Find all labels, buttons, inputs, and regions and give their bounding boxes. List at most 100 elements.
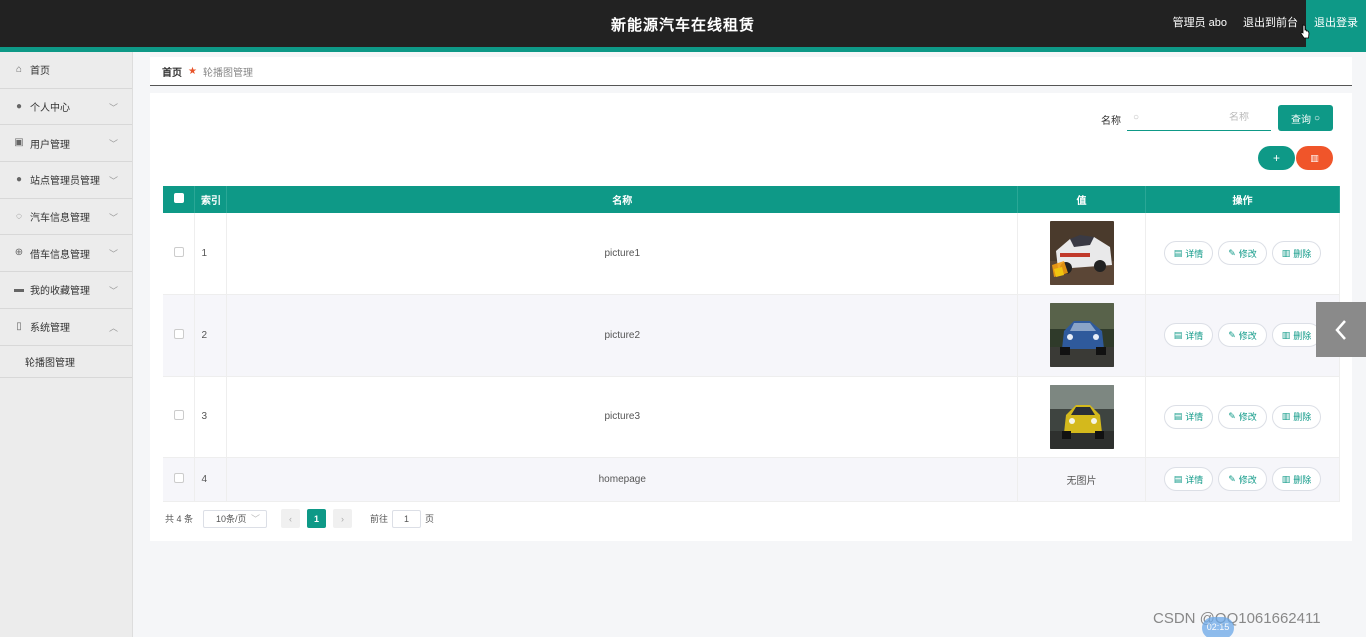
row-checkbox[interactable] [173,472,184,483]
trash-icon: ▥ [1281,473,1291,484]
detail-label: 详情 [1185,412,1204,422]
sidebar-item-label: 我的收藏管理 [30,286,90,298]
carousel-thumbnail-yellow-car[interactable] [1049,384,1114,449]
column-header-name: 名称 [226,186,1019,213]
row-select-cell [163,376,196,458]
next-page-button[interactable]: › [333,509,353,528]
page-number-button[interactable]: 1 [307,509,327,528]
select-all-header[interactable] [163,186,196,213]
chevron-down-icon: ﹀ [108,102,118,113]
row-checkbox[interactable] [173,328,184,339]
row-checkbox[interactable] [173,410,184,420]
row-actions: ▤ 详情 ✎ 修改 ▥ 删除 [1145,213,1340,295]
trash-icon: ▥ [1281,411,1291,421]
row-value [1017,294,1146,377]
location-icon: ● [15,173,23,185]
page-suffix: 页 [425,514,435,524]
row-value [1017,213,1146,295]
table-row: 2 picture2 ▤ 详情 ✎ 修改 ▥ 删除 [163,294,1340,377]
table-row: 4 homepage 无图片 ▤ 详情 ✎ 修改 ▥ 删除 [163,457,1340,502]
column-header-actions: 操作 [1145,186,1340,213]
sidebar-item-favorites-management[interactable]: ▬ 我的收藏管理 ﹀ [0,272,132,309]
row-actions: ▤ 详情 ✎ 修改 ▥ 删除 [1145,376,1340,458]
detail-button[interactable]: ▤ 详情 [1163,241,1214,266]
batch-delete-button[interactable]: ▥ [1296,146,1333,170]
row-value [1017,376,1146,458]
row-actions: ▤ 详情 ✎ 修改 ▥ 删除 [1145,457,1340,502]
chevron-right-icon: › [341,513,345,524]
chevron-down-icon: ﹀ [108,212,118,223]
delete-button[interactable]: ▥ 删除 [1271,241,1322,266]
chevron-up-icon: ︿ [108,322,118,333]
carousel-thumbnail-race-car[interactable] [1049,221,1114,286]
recording-timer-badge: 02:15 [1202,617,1234,637]
edit-button[interactable]: ✎ 修改 [1218,404,1267,429]
edit-icon: ✎ [1228,247,1236,258]
row-select-cell [163,294,196,377]
detail-button[interactable]: ▤ 详情 [1163,467,1214,491]
sidebar-item-user-management[interactable]: ▣ 用户管理 ﹀ [0,125,132,163]
trash-icon: ▥ [1281,329,1291,340]
breadcrumb-home[interactable]: 首页 [162,64,182,79]
chevron-left-icon: ‹ [289,513,293,524]
row-checkbox[interactable] [173,246,184,257]
breadcrumb: 首页 ★ 轮播图管理 [150,57,1352,86]
carousel-thumbnail-blue-car[interactable] [1049,303,1114,367]
briefcase-icon: ▬ [14,283,24,295]
sidebar-item-borrow-info-management[interactable]: ⊕ 借车信息管理 ﹀ [0,235,132,273]
goto-page-input[interactable]: 1 [392,509,422,528]
sidebar-item-label: 站点管理员管理 [30,176,100,188]
detail-button[interactable]: ▤ 详情 [1163,404,1214,429]
header-accent-line [0,47,1366,52]
power-icon: ◌ [16,210,22,222]
sidebar-item-label: 个人中心 [30,103,70,115]
page-size-value: 10条/页 [216,514,247,524]
sidebar-item-home[interactable]: ⌂ 首页 [0,52,132,89]
search-icon: ○ [1313,112,1321,124]
logout-button[interactable]: 退出登录 [1306,0,1366,47]
row-index: 3 [194,376,228,458]
pagination: 共 4 条 10条/页 ﹀ ‹ 1 › 前往 1 页 [165,509,434,528]
edit-button[interactable]: ✎ 修改 [1218,241,1267,266]
exit-to-front-link[interactable]: 退出到前台 [1235,0,1306,47]
home-icon: ⌂ [15,63,23,75]
detail-label: 详情 [1185,248,1204,259]
add-button[interactable]: + [1258,146,1295,170]
plus-icon: + [1272,151,1280,165]
goto-label: 前往 [370,514,389,524]
sidebar-item-car-info-management[interactable]: ◌ 汽车信息管理 ﹀ [0,199,132,236]
content-panel: 名称 ○ 查询 ○ + ▥ 索引 名称 值 操作 1 picture1 [150,93,1352,541]
select-all-checkbox[interactable] [173,193,184,203]
document-icon: ▤ [1173,329,1183,340]
row-actions: ▤ 详情 ✎ 修改 ▥ 删除 [1145,294,1340,377]
prev-page-button[interactable]: ‹ [281,509,301,528]
delete-button[interactable]: ▥ 删除 [1271,404,1322,429]
delete-button[interactable]: ▥ 删除 [1271,467,1322,491]
edit-icon: ✎ [1228,411,1236,421]
edit-button[interactable]: ✎ 修改 [1218,467,1267,491]
column-header-index: 索引 [194,186,228,213]
detail-button[interactable]: ▤ 详情 [1163,323,1214,347]
edit-button[interactable]: ✎ 修改 [1218,323,1267,347]
chevron-down-icon: ﹀ [251,514,261,524]
sidebar-subitem-carousel-management[interactable]: 轮播图管理 [0,346,132,378]
row-name: picture2 [226,294,1019,377]
query-button[interactable]: 查询 ○ [1278,105,1333,131]
sidebar-item-system-management[interactable]: ▯ 系统管理 ︿ [0,309,132,346]
header-actions: 管理员 abo 退出到前台 退出登录 [1165,0,1366,47]
delete-button[interactable]: ▥ 删除 [1271,323,1322,347]
row-name: picture1 [226,213,1019,295]
chevron-down-icon: ﹀ [108,249,118,260]
row-index: 2 [194,294,228,377]
document-icon: ▤ [1173,473,1183,484]
edit-label: 修改 [1238,248,1257,259]
page-size-select[interactable]: 10条/页 ﹀ [203,509,268,528]
sidebar-item-personal-center[interactable]: ● 个人中心 ﹀ [0,89,132,126]
search-input[interactable] [1139,112,1250,123]
collapse-panel-button[interactable] [1316,302,1366,357]
sidebar-item-site-admin-management[interactable]: ● 站点管理员管理 ﹀ [0,162,132,199]
chevron-left-icon [1335,319,1346,340]
search-label: 名称 [1101,116,1121,127]
chevron-down-icon: ﹀ [108,176,118,187]
carousel-table: 索引 名称 值 操作 1 picture1 ▤ 详情 ✎ 修改 ▥ 删除 2 p… [163,186,1340,502]
